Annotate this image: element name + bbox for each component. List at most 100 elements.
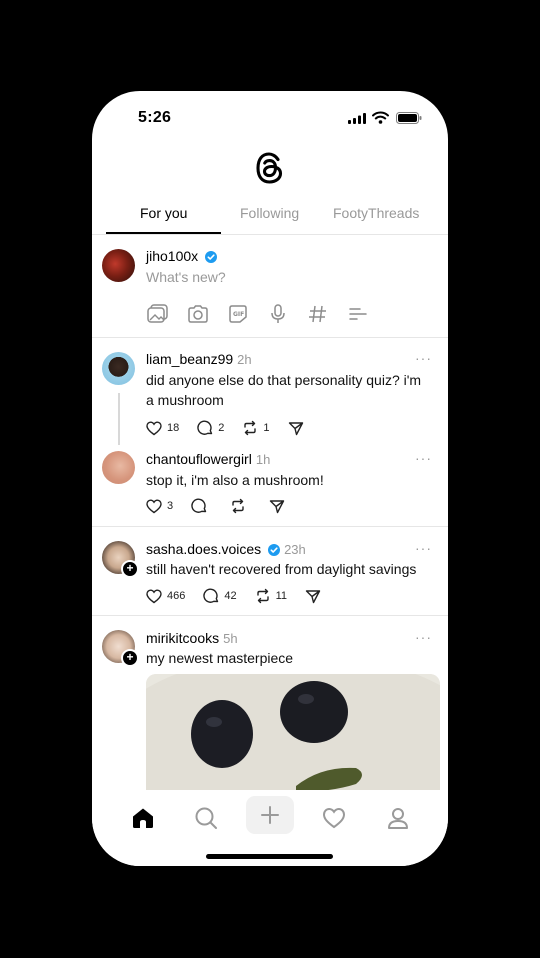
threads-logo-icon[interactable] <box>254 151 286 185</box>
nav-search[interactable] <box>186 800 226 836</box>
activity-heart-icon <box>322 807 346 829</box>
comment-icon <box>191 498 207 513</box>
cellular-signal-icon <box>348 113 366 124</box>
active-tab-indicator <box>106 232 221 234</box>
battery-icon <box>396 112 422 124</box>
send-icon <box>305 589 321 603</box>
post-avatar[interactable] <box>102 451 135 484</box>
status-bar: 5:26 <box>92 91 448 141</box>
heart-icon <box>146 420 162 435</box>
like-button[interactable]: 18 <box>146 420 180 436</box>
status-time: 5:26 <box>138 109 172 126</box>
nav-create[interactable] <box>246 796 294 834</box>
share-button[interactable] <box>288 421 309 436</box>
repost-button[interactable]: 1 <box>242 420 270 436</box>
more-options-icon[interactable]: ··· <box>415 450 432 466</box>
microphone-icon[interactable] <box>267 304 289 324</box>
post-image[interactable] <box>146 674 440 792</box>
gif-icon[interactable]: GIF <box>227 304 249 324</box>
repost-icon <box>256 588 269 604</box>
comment-icon <box>197 420 213 435</box>
post-text: stop it, i'm also a mushroom! <box>146 472 324 488</box>
like-count: 466 <box>167 590 186 602</box>
post-header: chantouflowergirl 1h <box>146 451 270 467</box>
reply-button[interactable] <box>191 498 212 514</box>
post-actions: 18 2 1 <box>146 418 327 438</box>
repost-icon <box>232 498 244 514</box>
tab-footythreads[interactable]: FootyThreads <box>333 205 419 221</box>
post-text: my newest masterpiece <box>146 650 294 666</box>
reply-button[interactable]: 2 <box>197 420 224 436</box>
nav-profile[interactable] <box>378 800 418 836</box>
like-button[interactable]: 466 <box>146 588 186 604</box>
post-time: 1h <box>255 452 271 467</box>
post-username[interactable]: liam_beanz99 <box>146 351 233 367</box>
post-username[interactable]: mirikitcooks <box>146 630 219 646</box>
svg-text:GIF: GIF <box>233 311 244 318</box>
more-options-icon[interactable]: ··· <box>415 629 432 645</box>
repost-count: 11 <box>275 590 288 602</box>
share-button[interactable] <box>269 499 290 514</box>
nav-home[interactable] <box>123 800 163 836</box>
repost-button[interactable]: 11 <box>255 588 287 604</box>
follow-plus-icon[interactable]: + <box>121 560 139 578</box>
post-text: did anyone else do that personality quiz… <box>146 372 422 408</box>
home-icon <box>133 808 153 828</box>
tab-for-you[interactable]: For you <box>140 205 187 221</box>
heart-icon <box>146 588 162 603</box>
send-icon <box>288 421 303 435</box>
home-indicator[interactable] <box>206 854 333 859</box>
repost-button[interactable] <box>230 498 251 514</box>
feed-tabs: For you Following FootyThreads <box>92 197 448 235</box>
post-time: 5h <box>223 631 238 646</box>
nav-activity[interactable] <box>314 800 354 836</box>
reply-count: 42 <box>224 590 237 602</box>
like-count: 18 <box>167 422 180 434</box>
post-username[interactable]: sasha.does.voices <box>146 541 261 557</box>
poll-icon[interactable] <box>347 304 369 324</box>
like-count: 3 <box>167 500 174 512</box>
compose-input[interactable]: What's new? <box>146 267 430 287</box>
verified-badge-icon <box>268 544 281 556</box>
follow-plus-icon[interactable]: + <box>121 649 139 667</box>
repost-icon <box>244 420 257 436</box>
send-icon <box>269 499 285 513</box>
gallery-icon[interactable] <box>147 304 169 324</box>
post-time: 23h <box>284 542 306 557</box>
share-button[interactable] <box>305 589 326 604</box>
divider <box>92 526 448 527</box>
profile-icon <box>388 808 408 829</box>
comment-icon <box>203 588 219 603</box>
post-header: mirikitcooks 5h <box>146 630 238 646</box>
composer-username[interactable]: jiho100x <box>146 248 198 264</box>
reply-count: 2 <box>218 422 225 434</box>
wifi-icon <box>372 111 389 124</box>
search-icon <box>195 807 217 829</box>
divider <box>92 337 448 338</box>
more-options-icon[interactable]: ··· <box>415 540 432 556</box>
phone-screen: 5:26 For you Following FootyThreads jiho… <box>92 91 448 866</box>
thread-line <box>118 393 120 445</box>
composer-username-row: jiho100x <box>146 248 218 264</box>
more-options-icon[interactable]: ··· <box>415 350 432 366</box>
post-actions: 3 <box>146 496 308 516</box>
olives-photo <box>146 674 440 792</box>
composer-avatar[interactable] <box>102 249 135 282</box>
verified-badge-icon <box>205 251 218 263</box>
reply-button[interactable]: 42 <box>203 588 237 604</box>
post-avatar[interactable] <box>102 352 135 385</box>
post-text: still haven't recovered from daylight sa… <box>146 561 417 577</box>
tab-following[interactable]: Following <box>240 205 299 221</box>
post-username[interactable]: chantouflowergirl <box>146 451 252 467</box>
heart-icon <box>146 498 162 513</box>
like-button[interactable]: 3 <box>146 498 174 514</box>
hashtag-icon[interactable] <box>307 304 329 324</box>
post-time: 2h <box>237 352 252 367</box>
post-header: sasha.does.voices 23h <box>146 541 306 557</box>
post-header: liam_beanz99 2h <box>146 351 252 367</box>
repost-count: 1 <box>263 422 270 434</box>
divider <box>92 615 448 616</box>
post-actions: 466 42 11 <box>146 586 344 606</box>
create-icon <box>261 806 279 824</box>
camera-icon[interactable] <box>187 304 209 324</box>
